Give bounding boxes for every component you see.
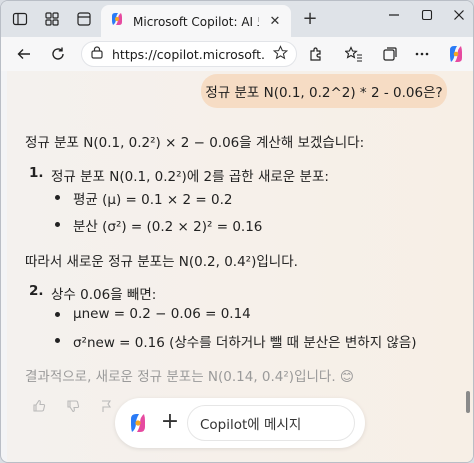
tab-actions-icon[interactable] bbox=[73, 8, 95, 30]
step-2-title: 상수 0.06을 빼면: bbox=[51, 287, 157, 303]
tab-strip: Microsoft Copilot: AI 도우미 ✕ + bbox=[1, 1, 473, 37]
step-1-title: 정규 분포 N(0.1, 0.2²)에 2를 곱한 새로운 분포: bbox=[51, 169, 329, 185]
address-bar[interactable]: https://copilot.microsoft.c... bbox=[81, 41, 297, 67]
back-icon[interactable] bbox=[13, 44, 35, 64]
copilot-icon[interactable] bbox=[445, 44, 467, 64]
workspaces-icon[interactable] bbox=[41, 8, 63, 30]
refresh-icon[interactable] bbox=[47, 44, 69, 64]
step-1-number: 1. bbox=[29, 165, 44, 181]
maximize-icon[interactable] bbox=[417, 9, 437, 25]
bullet-dot bbox=[55, 222, 60, 227]
bullet-dot bbox=[55, 195, 60, 200]
copilot-chat-page: 정규 분포 N(0.1, 0.2^2) * 2 - 0.06은? 정규 분포 N… bbox=[7, 71, 473, 462]
answer-conclusion: 결과적으로, 새로운 정규 분포는 N(0.14, 0.4²)입니다. 😊 bbox=[25, 369, 354, 385]
site-info-icon[interactable] bbox=[90, 45, 104, 64]
favorite-icon[interactable] bbox=[272, 44, 289, 64]
thumbs-up-icon[interactable] bbox=[31, 399, 47, 417]
add-attachment-button[interactable]: + bbox=[159, 409, 181, 434]
extensions-icon[interactable] bbox=[305, 44, 327, 64]
share-icon[interactable] bbox=[99, 399, 115, 417]
close-window-icon[interactable] bbox=[449, 9, 469, 25]
step-1-variance: 분산 (σ²) = (0.2 × 2)² = 0.16 bbox=[73, 219, 263, 235]
user-message-bubble: 정규 분포 N(0.1, 0.2^2) * 2 - 0.06은? bbox=[201, 74, 447, 108]
message-input[interactable]: Copilot에 메시지 bbox=[187, 405, 355, 441]
answer-intro: 정규 분포 N(0.1, 0.2²) × 2 − 0.06을 계산해 보겠습니다… bbox=[25, 135, 365, 151]
close-tab-icon[interactable]: ✕ bbox=[267, 14, 283, 29]
url-text: https://copilot.microsoft.c... bbox=[112, 46, 265, 62]
sidebar-icon[interactable] bbox=[9, 8, 31, 30]
tab-title: Microsoft Copilot: AI 도우미 bbox=[133, 14, 259, 29]
bullet-dot bbox=[55, 338, 60, 343]
step-2-mean: μnew = 0.2 − 0.06 = 0.14 bbox=[73, 306, 251, 322]
more-options-icon[interactable] bbox=[411, 44, 433, 64]
bullet-dot bbox=[55, 312, 60, 317]
favorites-icon[interactable] bbox=[343, 44, 365, 64]
minimize-icon[interactable] bbox=[384, 9, 404, 25]
copilot-logo-icon[interactable] bbox=[127, 412, 149, 434]
step-2-number: 2. bbox=[29, 283, 44, 299]
scrollbar[interactable] bbox=[465, 181, 471, 441]
message-composer: + Copilot에 메시지 bbox=[115, 398, 365, 448]
collections-icon[interactable] bbox=[379, 44, 401, 64]
scrollbar-thumb[interactable] bbox=[466, 391, 470, 413]
copilot-tab-icon bbox=[109, 11, 125, 31]
thumbs-down-icon[interactable] bbox=[65, 399, 81, 417]
active-tab[interactable]: Microsoft Copilot: AI 도우미 ✕ bbox=[101, 5, 291, 37]
toolbar: https://copilot.microsoft.c... bbox=[1, 37, 473, 71]
new-tab-button[interactable]: + bbox=[299, 8, 321, 29]
step-1-mean: 평균 (μ) = 0.1 × 2 = 0.2 bbox=[73, 192, 233, 208]
answer-middle: 따라서 새로운 정규 분포는 N(0.2, 0.4²)입니다. bbox=[25, 254, 298, 270]
browser-window: Microsoft Copilot: AI 도우미 ✕ + https://co… bbox=[0, 0, 474, 463]
step-2-variance: σ²new = 0.16 (상수를 더하거나 뺄 때 분산은 변하지 않음) bbox=[73, 335, 417, 351]
